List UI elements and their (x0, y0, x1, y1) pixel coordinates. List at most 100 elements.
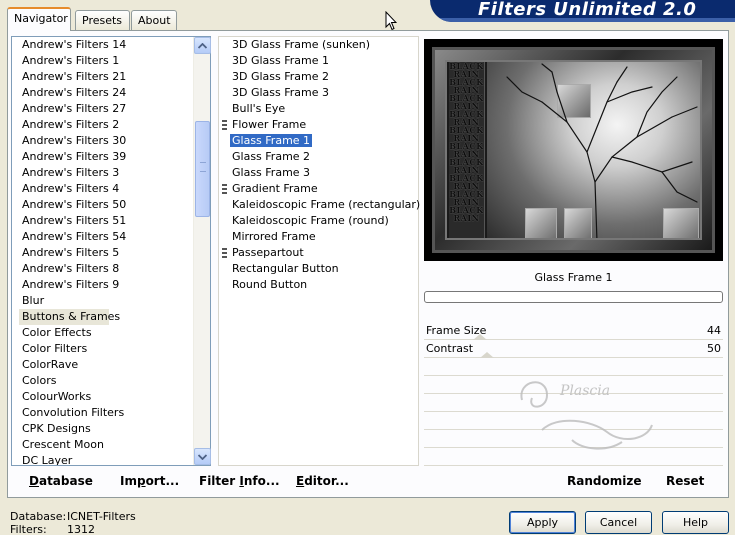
filter-item[interactable]: 3D Glass Frame (sunken) (219, 37, 418, 53)
filter-list[interactable]: 3D Glass Frame (sunken) 3D Glass Frame 1 3… (218, 36, 420, 466)
slider-value: 44 (707, 324, 721, 337)
slider-frame-size[interactable]: Frame Size 44 (424, 322, 723, 340)
filter-item[interactable]: Glass Frame 1 (219, 133, 418, 149)
category-item[interactable]: Andrew's Filters 4 (12, 181, 195, 197)
category-item[interactable]: Andrew's Filters 51 (12, 213, 195, 229)
filter-item[interactable]: Kaleidoscopic Frame (rectangular) (219, 197, 420, 213)
category-item[interactable]: Andrew's Filters 8 (12, 261, 195, 277)
filter-item[interactable]: Gradient Frame (219, 181, 418, 197)
tab-navigator[interactable]: Navigator (7, 7, 71, 31)
filter-item-label: Glass Frame 1 (228, 133, 314, 148)
slider-contrast[interactable]: Contrast 50 (424, 340, 723, 358)
category-item[interactable]: Blur (12, 293, 195, 309)
category-item[interactable]: Andrew's Filters 2 (12, 117, 195, 133)
tab-presets[interactable]: Presets (75, 10, 130, 30)
reset-button[interactable]: Reset (666, 474, 704, 488)
category-item[interactable]: Buttons & Frames (19, 309, 120, 325)
chevron-down-icon (197, 454, 208, 461)
banner-title: Filters Unlimited 2.0 (478, 0, 697, 20)
category-item[interactable]: Andrew's Filters 14 (12, 37, 195, 53)
category-item[interactable]: DC Layer (12, 453, 195, 465)
progress-bar (424, 291, 723, 303)
group-marker-icon (222, 248, 227, 258)
filter-item[interactable]: 3D Glass Frame 3 (219, 85, 418, 101)
filter-item[interactable]: 3D Glass Frame 1 (219, 53, 418, 69)
category-item[interactable]: Andrew's Filters 9 (12, 277, 195, 293)
category-item[interactable]: Andrew's Filters 54 (12, 229, 195, 245)
chevron-up-icon (197, 42, 208, 49)
filter-item-label: Rectangular Button (232, 262, 339, 275)
filter-item[interactable]: Round Button (219, 277, 418, 293)
filter-item-label: 3D Glass Frame (sunken) (232, 38, 370, 51)
category-item[interactable]: Andrew's Filters 21 (12, 69, 195, 85)
filter-item-label: Gradient Frame (232, 182, 318, 195)
status-info: Database: ICNET-Filters Filters: 1312 (10, 510, 136, 535)
slider-empty (424, 448, 723, 466)
scroll-down-button[interactable] (194, 448, 211, 465)
filter-item[interactable]: Flower Frame (219, 117, 418, 133)
category-item[interactable]: ColorRave (12, 357, 195, 373)
apply-button[interactable]: Apply (509, 511, 576, 534)
slider-empty (424, 394, 723, 412)
category-item[interactable]: Crescent Moon (12, 437, 195, 453)
filter-item-label: Kaleidoscopic Frame (rectangular) (232, 198, 421, 211)
category-item[interactable]: Color Effects (12, 325, 195, 341)
scroll-thumb[interactable] (195, 121, 210, 217)
filter-item-label: Glass Frame 2 (232, 150, 311, 163)
category-item[interactable]: Andrew's Filters 30 (12, 133, 195, 149)
category-item[interactable]: Andrew's Filters 50 (12, 197, 195, 213)
filter-items: 3D Glass Frame (sunken) 3D Glass Frame 1 3… (219, 37, 420, 293)
category-item[interactable]: Andrew's Filters 27 (12, 101, 195, 117)
category-item[interactable]: Convolution Filters (12, 405, 195, 421)
slider-empty (424, 412, 723, 430)
slider-empty (424, 430, 723, 448)
preview-frame: BLACK RAIN BLACK RAIN BLACK RAIN BLACK RAIN BLAC… (432, 47, 715, 253)
filter-item[interactable]: 3D Glass Frame 2 (219, 69, 418, 85)
category-item[interactable]: Andrew's Filters 24 (12, 85, 195, 101)
filter-item[interactable]: Glass Frame 3 (219, 165, 418, 181)
slider-empty (424, 358, 723, 376)
parameter-sliders: Frame Size 44 Contrast 50 (424, 322, 723, 466)
database-button[interactable]: Database (29, 474, 93, 488)
help-button[interactable]: Help (662, 511, 729, 534)
mouse-cursor-icon (385, 11, 397, 31)
editor-button[interactable]: Editor... (296, 474, 349, 488)
filter-item-label: Mirrored Frame (232, 230, 316, 243)
filter-item[interactable]: Mirrored Frame (219, 229, 418, 245)
category-item[interactable]: Color Filters (12, 341, 195, 357)
filter-item[interactable]: Passepartout (219, 245, 418, 261)
category-items: Andrew's Filters 14 Andrew's Filters 1 And… (12, 37, 195, 465)
filter-item[interactable]: Bull's Eye (219, 101, 418, 117)
category-scrollbar[interactable] (193, 37, 211, 465)
category-list[interactable]: Andrew's Filters 14 Andrew's Filters 1 And… (11, 36, 211, 466)
category-item[interactable]: Andrew's Filters 3 (12, 165, 195, 181)
category-item[interactable]: Andrew's Filters 39 (12, 149, 195, 165)
category-item[interactable]: CPK Designs (12, 421, 195, 437)
category-item[interactable]: Andrew's Filters 5 (12, 245, 195, 261)
filter-item[interactable]: Rectangular Button (219, 261, 418, 277)
database-value: ICNET-Filters (67, 510, 136, 523)
filter-item[interactable]: Glass Frame 2 (219, 149, 418, 165)
category-item[interactable]: ColourWorks (12, 389, 195, 405)
filter-item[interactable]: Kaleidoscopic Frame (round) (219, 213, 418, 229)
filter-item-label: Kaleidoscopic Frame (round) (232, 214, 389, 227)
cancel-button[interactable]: Cancel (585, 511, 652, 534)
filter-item-label: Round Button (232, 278, 308, 291)
database-label: Database: (10, 510, 67, 523)
filter-item-label: 3D Glass Frame 2 (232, 70, 330, 83)
preview-image: BLACK RAIN BLACK RAIN BLACK RAIN BLACK RAIN BLAC… (424, 39, 723, 261)
preview-artwork: BLACK RAIN BLACK RAIN BLACK RAIN BLACK RAIN BLAC… (445, 60, 702, 240)
filter-item-label: Glass Frame 3 (232, 166, 311, 179)
category-item[interactable]: Andrew's Filters 1 (12, 53, 195, 69)
category-item[interactable]: Colors (12, 373, 195, 389)
selected-filter-name: Glass Frame 1 (534, 271, 613, 284)
filter-item-label: 3D Glass Frame 3 (232, 86, 330, 99)
group-marker-icon (222, 120, 227, 130)
filters-count: 1312 (67, 523, 95, 535)
tab-strip: Navigator Presets About (7, 7, 177, 31)
randomize-button[interactable]: Randomize (567, 474, 641, 488)
filter-info-button[interactable]: Filter Info... (199, 474, 280, 488)
scroll-up-button[interactable] (194, 37, 211, 54)
import-button[interactable]: Import... (120, 474, 179, 488)
tab-about[interactable]: About (131, 10, 177, 30)
